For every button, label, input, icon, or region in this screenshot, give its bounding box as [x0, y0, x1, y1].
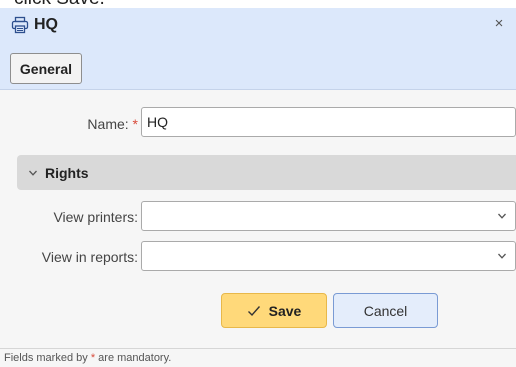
printer-icon	[11, 16, 29, 34]
required-marker: *	[132, 116, 138, 132]
chevron-down-icon	[498, 253, 506, 259]
chevron-down-icon	[498, 213, 506, 219]
tab-bar: General	[0, 42, 516, 90]
save-button-label: Save	[268, 302, 302, 319]
instruction-caption: click Save.	[0, 0, 516, 8]
checkmark-icon	[247, 305, 260, 316]
dialog-titlebar: HQ ×	[0, 8, 516, 42]
footer-text-before: Fields marked by	[4, 352, 88, 364]
dialog-title: HQ	[34, 16, 58, 33]
name-field[interactable]: HQ	[141, 107, 516, 137]
rights-section-header[interactable]: Rights	[17, 155, 516, 190]
view-printers-select[interactable]	[141, 201, 516, 231]
name-field-value: HQ	[147, 114, 168, 130]
footer-text-after: are mandatory.	[98, 352, 172, 364]
tab-general[interactable]: General	[10, 53, 82, 84]
rights-section-label: Rights	[45, 164, 89, 181]
cancel-button[interactable]: Cancel	[333, 293, 438, 328]
name-label: Name:	[87, 116, 129, 132]
cancel-button-label: Cancel	[363, 302, 408, 319]
printer-group-dialog: HQ × General Name: * HQ Rights View prin…	[0, 8, 516, 367]
save-button[interactable]: Save	[221, 293, 327, 328]
mandatory-fields-note: Fields marked by * are mandatory.	[0, 348, 516, 367]
view-in-reports-select[interactable]	[141, 241, 516, 271]
chevron-down-icon	[29, 170, 37, 176]
name-label-row: Name: *	[20, 116, 138, 132]
close-icon[interactable]: ×	[491, 16, 507, 32]
footer-required-marker: *	[90, 352, 96, 364]
view-in-reports-label: View in reports:	[41, 249, 138, 265]
view-printers-label: View printers:	[53, 209, 138, 225]
